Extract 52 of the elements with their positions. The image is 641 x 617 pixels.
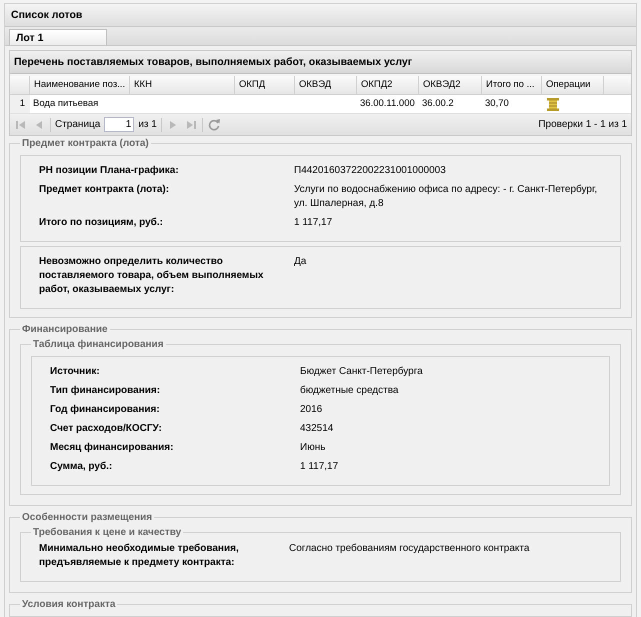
field-label: Сумма, руб.: (50, 460, 114, 474)
column-header[interactable]: Операции (542, 76, 604, 94)
page-count: из 1 (138, 119, 157, 130)
column-header[interactable]: Итого по ... (482, 76, 542, 94)
section-legend: Особенности размещения (20, 512, 154, 523)
refresh-icon[interactable] (206, 118, 221, 130)
field-label: Месяц финансирования: (50, 441, 174, 455)
column-header[interactable]: ОКВЭД2 (419, 76, 482, 94)
field-value: Бюджет Санкт-Петербурга (300, 365, 424, 379)
grid-title: Перечень поставляемых товаров, выполняемых работ, оказываемых услуг (10, 51, 631, 74)
column-header[interactable]: ОКПД (235, 76, 295, 94)
pager-summary: Проверки 1 - 1 из 1 (538, 119, 627, 130)
column-header[interactable]: ОКВЭД (295, 76, 357, 94)
field-value: 1 117,17 (294, 216, 334, 230)
panel-title: Список лотов (5, 4, 636, 27)
section-legend: Финансирование (20, 324, 110, 335)
field-label: Источник: (50, 365, 101, 379)
field-label: Тип финансирования: (50, 384, 162, 398)
field-value: 432514 (300, 422, 334, 436)
column-header[interactable]: ККН (130, 76, 235, 94)
spool-icon[interactable] (545, 98, 561, 111)
field-label: Счет расходов/КОСГУ: (50, 422, 163, 436)
table-cell-text: Вода питьевая (32, 97, 100, 111)
page-label: Страница (55, 119, 100, 130)
field-value: бюджетные средства (300, 384, 400, 398)
field-value: Июнь (300, 441, 326, 455)
group-legend: Требования к цене и качеству (31, 527, 184, 538)
field-value: 1 117,17 (300, 460, 340, 474)
field-label: Невозможно определить количество поставляемого товара, объем выполняемых работ, оказываемых услуг: (39, 255, 264, 297)
table-cell-text: 30,70 (484, 97, 510, 111)
column-header[interactable]: ОКПД2 (357, 76, 419, 94)
field-label: Итого по позициям, руб.: (39, 216, 164, 230)
grid-row[interactable]: 1 Вода питьевая 36.00.11.000 36.00.2 30,70 (10, 95, 631, 114)
field-label: Год финансирования: (50, 403, 161, 417)
section-legend: Условия контракта (20, 599, 118, 610)
field-value: Услуги по водоснабжению офиса по адресу: - г. Санкт-Петербург, ул. Шпалерная, д.8 (294, 183, 598, 211)
field-value: Согласно требованиям государственного контракта (289, 542, 530, 556)
row-number: 1 (10, 95, 30, 113)
field-label: Предмет контракта (лота): (39, 183, 170, 197)
page-input[interactable]: 1 (104, 117, 134, 132)
first-page-icon[interactable] (14, 118, 28, 130)
group-legend: Таблица финансирования (31, 339, 166, 350)
field-label: РН позиции Плана-графика: (39, 164, 180, 178)
table-cell-text: 36.00.2 (421, 97, 455, 111)
field-value: 2016 (300, 403, 324, 417)
field-label: Минимально необходимые требования, предъявляемые к предмету контракта: (39, 542, 240, 570)
tab[interactable]: Лот 1 (9, 29, 107, 45)
table-cell-text: 36.00.11.000 (359, 97, 416, 111)
field-value: П44201603722002231001000003 (294, 164, 447, 178)
section-legend: Предмет контракта (лота) (20, 138, 151, 149)
field-value: Да (294, 255, 308, 269)
column-header[interactable]: Наименование поз... (30, 76, 130, 94)
